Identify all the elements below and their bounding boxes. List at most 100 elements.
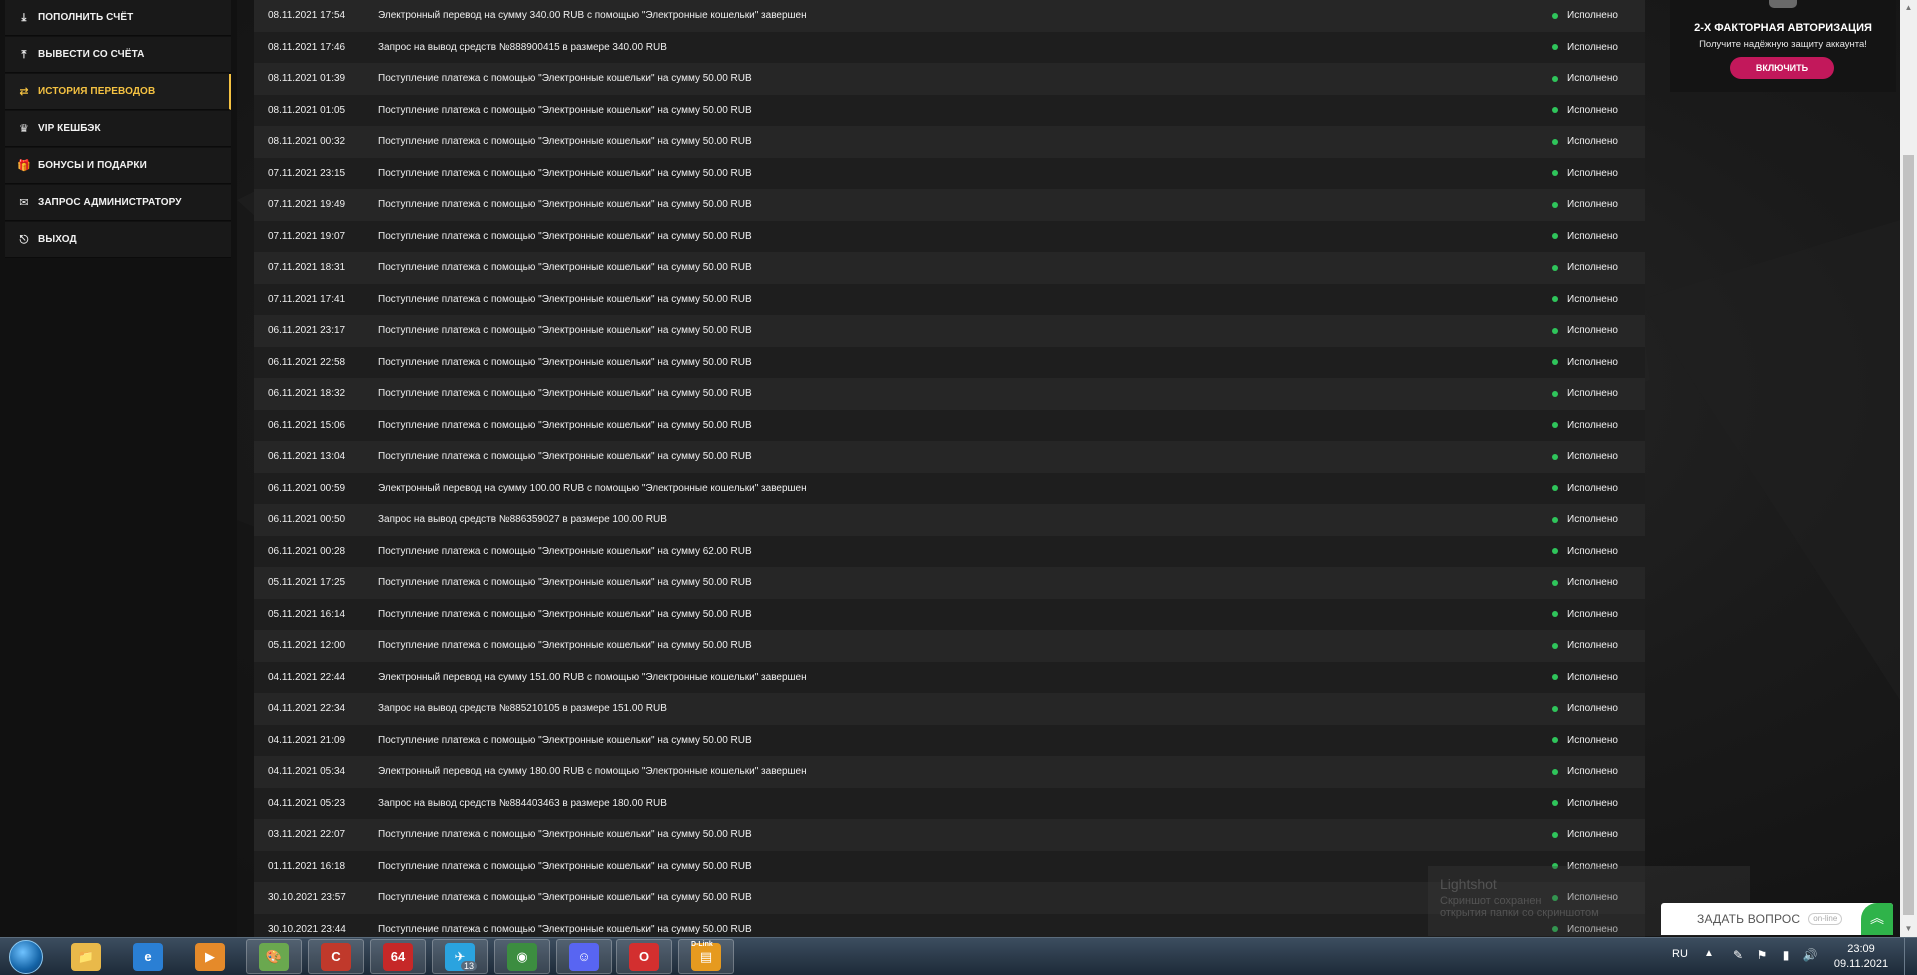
account-sidebar: ⤓ ПОПОЛНИТЬ СЧЁТ ⤒ ВЫВЕСТИ СО СЧЁТА ⇄ ИСТОРИЯ…: [0, 0, 237, 937]
transaction-date: 30.10.2021 23:57: [268, 892, 346, 904]
network-icon[interactable]: ▮: [1778, 947, 1794, 963]
system-clock[interactable]: 23:09 09.11.2021: [1826, 942, 1896, 972]
transaction-description: Поступление платежа с помощью "Электронн…: [378, 923, 752, 935]
chevron-up-icon[interactable]: ︽: [1861, 903, 1893, 935]
taskbar-dlink[interactable]: ▤ D-Link: [678, 939, 734, 974]
status-label: Исполнено: [1567, 325, 1618, 337]
page-scrollbar[interactable]: ▲ ▼: [1900, 0, 1917, 937]
status-dot-icon: [1552, 737, 1558, 744]
chrome-icon: ◉: [507, 942, 537, 971]
show-desktop-button[interactable]: [1904, 938, 1917, 975]
transaction-date: 08.11.2021 17:46: [268, 41, 346, 53]
taskbar-telegram[interactable]: ✈ 13: [432, 939, 488, 974]
status-label: Исполнено: [1567, 482, 1618, 494]
transaction-description: Поступление платежа с помощью "Электронн…: [378, 199, 752, 211]
language-indicator[interactable]: RU: [1672, 948, 1688, 960]
start-button[interactable]: [4, 938, 48, 975]
clock-date: 09.11.2021: [1833, 958, 1889, 970]
pen-icon[interactable]: ✎: [1730, 947, 1746, 963]
table-row: 08.11.2021 17:54 Электронный перевод на с…: [254, 0, 1645, 32]
flag-icon[interactable]: ⚑: [1754, 947, 1770, 963]
status-dot-icon: [1552, 453, 1558, 460]
status-dot-icon: [1552, 516, 1558, 523]
taskbar-discord[interactable]: ☺: [556, 939, 612, 974]
taskbar-ccleaner[interactable]: C: [308, 939, 364, 974]
transaction-date: 06.11.2021 00:59: [268, 482, 346, 494]
table-row: 06.11.2021 00:50 Запрос на вывод средств …: [254, 504, 1645, 536]
sidebar-item-label: VIP КЕШБЭК: [38, 123, 101, 134]
two-factor-card: 2-Х ФАКТОРНАЯ АВТОРИЗАЦИЯ Получите надёж…: [1670, 0, 1896, 92]
status-label: Исполнено: [1567, 293, 1618, 305]
sidebar-menu: ⤓ ПОПОЛНИТЬ СЧЁТ ⤒ ВЫВЕСТИ СО СЧЁТА ⇄ ИСТОРИЯ…: [5, 0, 231, 259]
transaction-date: 07.11.2021 19:49: [268, 199, 346, 211]
status-dot-icon: [1552, 12, 1558, 19]
status-label: Исполнено: [1567, 136, 1618, 148]
taskbar-internet-explorer[interactable]: e: [120, 939, 176, 974]
two-factor-description: Получите надёжную защиту аккаунта!: [1699, 39, 1867, 50]
ask-question-widget[interactable]: ЗАДАТЬ ВОПРОС on-line ︽: [1661, 903, 1893, 935]
sidebar-item-bonuses[interactable]: 🎁 БОНУСЫ И ПОДАРКИ: [5, 148, 231, 184]
windows-logo-icon: [9, 939, 43, 974]
transaction-status: Исполнено: [1552, 105, 1645, 116]
transaction-description: Электронный перевод на сумму 151.00 RUB …: [378, 671, 807, 683]
scrollbar-thumb[interactable]: [1903, 155, 1914, 915]
status-dot-icon: [1552, 107, 1558, 114]
transaction-description: Электронный перевод на сумму 340.00 RUB …: [378, 10, 807, 22]
transaction-description: Поступление платежа с помощью "Электронн…: [378, 325, 752, 337]
transaction-date: 01.11.2021 16:18: [268, 860, 346, 872]
transaction-description: Поступление платежа с помощью "Электронн…: [378, 545, 752, 557]
volume-icon[interactable]: 🔊: [1802, 947, 1818, 963]
status-label: Исполнено: [1567, 167, 1618, 179]
sidebar-item-admin-request[interactable]: ✉ ЗАПРОС АДМИНИСТРАТОРУ: [5, 185, 231, 221]
history-icon: ⇄: [19, 86, 29, 98]
transaction-status: Исполнено: [1552, 766, 1645, 777]
status-dot-icon: [1552, 768, 1558, 775]
table-row: 04.11.2021 21:09 Поступление платежа с по…: [254, 724, 1645, 756]
status-label: Исполнено: [1567, 230, 1618, 242]
paint-icon: 🎨: [259, 942, 289, 971]
taskbar-file-explorer[interactable]: 📁: [58, 939, 114, 974]
opera-icon: O: [629, 942, 659, 971]
transaction-status: Исполнено: [1552, 640, 1645, 651]
status-label: Исполнено: [1567, 829, 1618, 841]
transaction-date: 07.11.2021 19:07: [268, 230, 346, 242]
sidebar-item-logout[interactable]: ⎋ ВЫХОД: [5, 222, 231, 258]
taskbar-opera[interactable]: O: [616, 939, 672, 974]
transaction-description: Поступление платежа с помощью "Электронн…: [378, 419, 752, 431]
scroll-up-icon[interactable]: ▲: [1900, 0, 1917, 16]
taskbar-paint[interactable]: 🎨: [246, 939, 302, 974]
status-label: Исполнено: [1567, 104, 1618, 116]
status-dot-icon: [1552, 138, 1558, 145]
status-dot-icon: [1552, 642, 1558, 649]
transaction-status: Исполнено: [1552, 199, 1645, 210]
transaction-status: Исполнено: [1552, 451, 1645, 462]
table-row: 08.11.2021 01:05 Поступление платежа с по…: [254, 94, 1645, 126]
transaction-description: Поступление платежа с помощью "Электронн…: [378, 892, 752, 904]
taskbar-media-player[interactable]: ▶: [182, 939, 238, 974]
transaction-date: 07.11.2021 18:31: [268, 262, 346, 274]
scroll-down-icon[interactable]: ▼: [1900, 921, 1917, 937]
sidebar-item-vip-cashback[interactable]: ♛ VIP КЕШБЭК: [5, 111, 231, 147]
sidebar-item-label: ВЫВЕСТИ СО СЧЁТА: [38, 49, 145, 60]
transaction-status: Исполнено: [1552, 672, 1645, 683]
status-label: Исполнено: [1567, 451, 1618, 463]
dlink-label: D-Link: [691, 941, 713, 948]
status-dot-icon: [1552, 579, 1558, 586]
transaction-status: Исполнено: [1552, 42, 1645, 53]
transaction-date: 06.11.2021 15:06: [268, 419, 346, 431]
sidebar-item-withdraw[interactable]: ⤒ ВЫВЕСТИ СО СЧЁТА: [5, 37, 231, 73]
sidebar-item-deposit[interactable]: ⤓ ПОПОЛНИТЬ СЧЁТ: [5, 0, 231, 36]
aida64-icon: 64: [383, 942, 413, 971]
ccleaner-icon: C: [321, 942, 351, 971]
transaction-date: 04.11.2021 22:34: [268, 703, 346, 715]
taskbar-aida64[interactable]: 64: [370, 939, 426, 974]
sidebar-item-history[interactable]: ⇄ ИСТОРИЯ ПЕРЕВОДОВ: [5, 74, 231, 110]
enable-two-factor-button[interactable]: ВКЛЮЧИТЬ: [1730, 57, 1834, 79]
deposit-icon: ⤓: [21, 12, 27, 24]
transaction-status: Исполнено: [1552, 735, 1645, 746]
status-dot-icon: [1552, 359, 1558, 366]
taskbar-chrome[interactable]: ◉: [494, 939, 550, 974]
transaction-description: Поступление платежа с помощью "Электронн…: [378, 640, 752, 652]
transaction-description: Поступление платежа с помощью "Электронн…: [378, 73, 752, 85]
show-hidden-icons-icon[interactable]: ▲: [1704, 948, 1714, 959]
